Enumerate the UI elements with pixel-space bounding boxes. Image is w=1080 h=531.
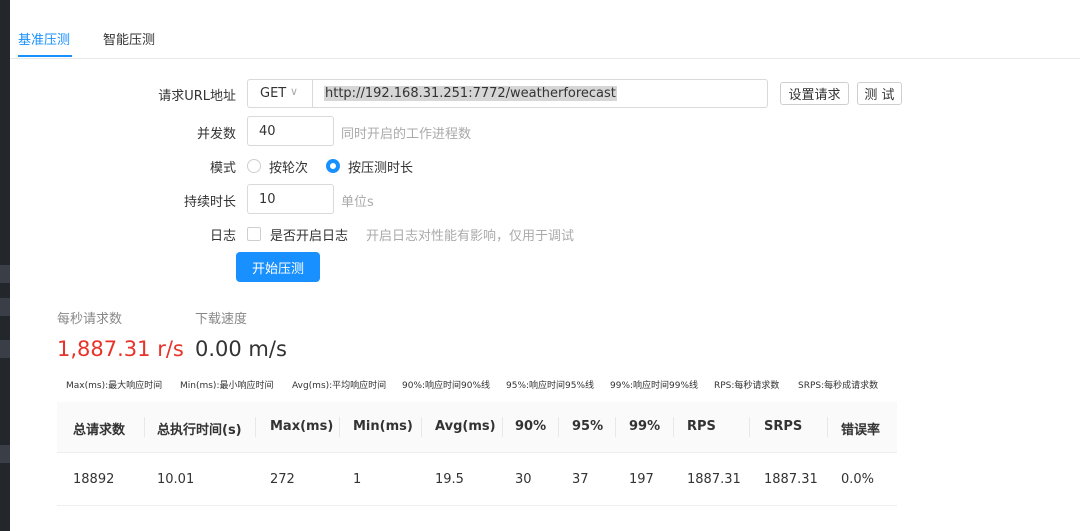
cell-error-rate: 0.0%: [841, 472, 875, 487]
cell-total-requests: 18892: [73, 472, 115, 487]
url-label: 请求URL地址: [158, 89, 236, 104]
method-select-value: GET: [260, 86, 287, 101]
url-input-value: http://192.168.31.251:7772/weatherforeca…: [324, 86, 617, 101]
cell-avg: 19.5: [435, 472, 464, 487]
legend-min: Min(ms):最小响应时间: [180, 381, 274, 391]
legend-p99: 99%:响应时间99%线: [610, 381, 699, 391]
legend-srps: SRPS:每秒成请求数: [798, 381, 879, 391]
log-hint: 开启日志对性能有影响，仅用于调试: [366, 229, 575, 244]
radio-by-rounds-label: 按轮次: [269, 161, 309, 176]
cell-min: 1: [353, 472, 362, 487]
log-checkbox[interactable]: [247, 227, 261, 241]
header-srps: SRPS: [764, 419, 803, 434]
cell-max: 272: [270, 472, 295, 487]
column-separator: [673, 417, 674, 437]
method-select[interactable]: GET ∨: [248, 80, 313, 107]
download-stat-value: 0.00 m/s: [195, 337, 287, 361]
legend-rps: RPS:每秒请求数: [714, 381, 780, 391]
results-table: 总请求数 总执行时间(s) Max(ms) Min(ms) Avg(ms) 90…: [57, 402, 897, 506]
settings-request-button[interactable]: 设置请求: [780, 82, 849, 105]
header-total-time: 总执行时间(s): [157, 423, 242, 438]
tab-baseline-test[interactable]: 基准压测: [18, 29, 70, 48]
log-checkbox-label: 是否开启日志: [270, 229, 349, 244]
header-p95: 95%: [572, 419, 604, 434]
legend-p90: 90%:响应时间90%线: [402, 381, 491, 391]
start-test-button[interactable]: 开始压测: [236, 252, 320, 282]
table-header-row: 总请求数 总执行时间(s) Max(ms) Min(ms) Avg(ms) 90…: [57, 402, 897, 453]
tab-smart-test[interactable]: 智能压测: [103, 29, 155, 48]
header-error-rate: 错误率: [841, 423, 881, 438]
legend-p95: 95%:响应时间95%线: [506, 381, 595, 391]
strip-marker: [0, 265, 10, 283]
concurrency-label: 并发数: [196, 127, 236, 142]
radio-by-duration[interactable]: [326, 159, 340, 173]
download-stat-label: 下载速度: [195, 312, 248, 327]
header-min: Min(ms): [353, 419, 413, 434]
column-separator: [421, 417, 422, 437]
duration-label: 持续时长: [183, 195, 236, 210]
left-editor-strip: [0, 0, 10, 531]
cell-total-time: 10.01: [157, 472, 195, 487]
active-tab-indicator: [18, 55, 72, 57]
log-label: 日志: [209, 229, 236, 244]
duration-unit: 单位s: [341, 195, 374, 210]
legend-max: Max(ms):最大响应时间: [66, 381, 163, 391]
mode-label: 模式: [209, 161, 236, 176]
rps-stat-label: 每秒请求数: [57, 312, 123, 327]
strip-marker: [0, 298, 10, 316]
tab-bar: 基准压测 智能压测: [10, 0, 1080, 59]
rps-stat-value: 1,887.31 r/s: [57, 337, 184, 361]
duration-input-value: 10: [259, 192, 276, 207]
url-input-group: GET ∨ http://192.168.31.251:7772/weather…: [247, 79, 768, 108]
cell-rps: 1887.31: [687, 472, 741, 487]
cell-p95: 37: [572, 472, 589, 487]
strip-marker: [0, 340, 10, 358]
cell-p99: 197: [629, 472, 654, 487]
header-avg: Avg(ms): [435, 419, 496, 434]
column-separator: [502, 417, 503, 437]
duration-input[interactable]: 10: [247, 184, 334, 214]
table-row: 18892 10.01 272 1 19.5 30 37 197 1887.31…: [57, 453, 897, 506]
concurrency-input[interactable]: 40: [247, 116, 334, 146]
header-rps: RPS: [687, 419, 716, 434]
cell-p90: 30: [515, 472, 532, 487]
column-separator: [615, 417, 616, 437]
header-total-requests: 总请求数: [73, 423, 126, 438]
column-separator: [827, 417, 828, 437]
legend-avg: Avg(ms):平均响应时间: [292, 381, 387, 391]
chevron-down-icon: ∨: [290, 85, 299, 98]
column-separator: [749, 417, 750, 437]
concurrency-input-value: 40: [259, 124, 276, 139]
radio-by-rounds[interactable]: [247, 159, 261, 173]
radio-by-duration-label: 按压测时长: [348, 161, 414, 176]
column-separator: [144, 417, 145, 437]
header-p99: 99%: [629, 419, 661, 434]
url-input[interactable]: http://192.168.31.251:7772/weatherforeca…: [313, 80, 767, 107]
column-separator: [255, 417, 256, 437]
cell-srps: 1887.31: [764, 472, 818, 487]
strip-marker: [0, 445, 10, 463]
test-button[interactable]: 测 试: [857, 82, 902, 105]
column-separator: [558, 417, 559, 437]
header-max: Max(ms): [270, 419, 334, 434]
header-p90: 90%: [515, 419, 547, 434]
concurrency-hint: 同时开启的工作进程数: [341, 127, 472, 142]
load-test-panel: 基准压测 智能压测 请求URL地址 GET ∨ http://192.168.3…: [10, 0, 1080, 531]
column-separator: [339, 417, 340, 437]
